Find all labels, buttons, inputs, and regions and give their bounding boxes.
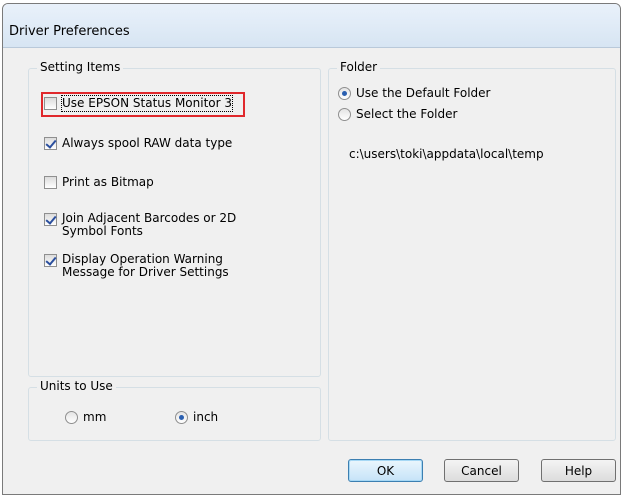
join-barcodes-label-line2: Symbol Fonts	[62, 224, 143, 238]
setting-items-legend: Setting Items	[37, 60, 124, 74]
dialog-client-area: Setting Items Use EPSON Status Monitor 3…	[3, 48, 620, 494]
join-barcodes-checkbox-box[interactable]	[44, 213, 57, 226]
display-warning-checkbox-box[interactable]	[44, 254, 57, 267]
use-status-monitor-label: Use EPSON Status Monitor 3	[60, 95, 234, 112]
folder-group: Folder	[328, 60, 616, 441]
select-folder-label: Select the Folder	[356, 107, 458, 121]
title-bar[interactable]: Driver Preferences	[3, 4, 620, 48]
ok-button[interactable]: OK	[348, 459, 423, 482]
folder-path-text: c:\users\toki\appdata\local\temp	[349, 147, 544, 161]
help-button[interactable]: Help	[541, 459, 616, 482]
print-as-bitmap-checkbox-box[interactable]	[44, 176, 57, 189]
always-spool-raw-label: Always spool RAW data type	[62, 136, 233, 150]
window-title: Driver Preferences	[9, 24, 130, 39]
unit-mm-label: mm	[83, 410, 107, 424]
print-as-bitmap-label: Print as Bitmap	[62, 175, 154, 189]
unit-inch-label: inch	[193, 410, 219, 424]
use-default-folder-radio-circle[interactable]	[338, 87, 351, 100]
unit-inch-radio-circle[interactable]	[175, 411, 188, 424]
driver-preferences-dialog: Driver Preferences Setting Items Use EPS…	[2, 3, 621, 495]
cancel-button[interactable]: Cancel	[444, 459, 519, 482]
folder-legend: Folder	[337, 60, 381, 74]
status-monitor-checkbox-box[interactable]	[44, 97, 57, 110]
always-spool-raw-checkbox-box[interactable]	[44, 137, 57, 150]
display-warning-label-line2: Message for Driver Settings	[62, 265, 229, 279]
unit-mm-radio-circle[interactable]	[65, 411, 78, 424]
select-folder-radio-circle[interactable]	[338, 108, 351, 121]
use-default-folder-label: Use the Default Folder	[356, 86, 491, 100]
units-to-use-legend: Units to Use	[37, 379, 116, 393]
